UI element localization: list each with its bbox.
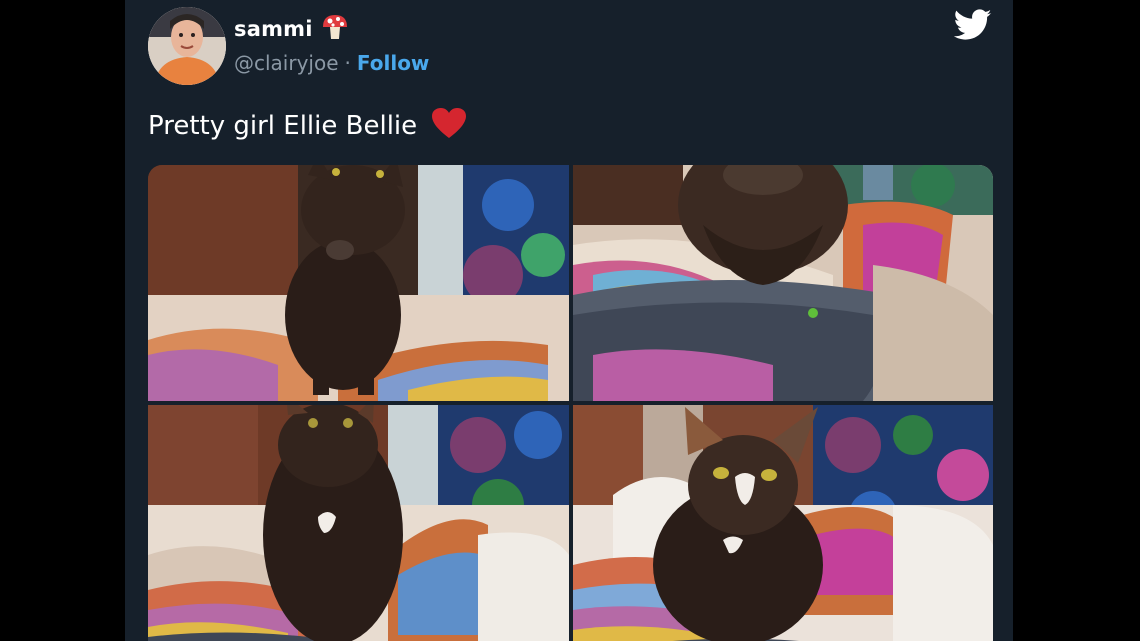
twitter-bird-icon[interactable] <box>953 8 992 42</box>
avatar[interactable] <box>148 7 226 85</box>
tweet-text: Pretty girl Ellie Bellie <box>148 106 467 146</box>
tweet-card: sammi @clairyjoe · Follow Pretty girl El… <box>125 0 1013 641</box>
follow-button[interactable]: Follow <box>357 51 430 75</box>
name-row: sammi <box>234 14 349 44</box>
separator-dot: · <box>344 51 351 75</box>
red-heart-icon <box>431 107 467 146</box>
display-name[interactable]: sammi <box>234 17 313 41</box>
handle-row: @clairyjoe · Follow <box>234 49 429 77</box>
media-grid <box>148 165 993 641</box>
tweet-text-content: Pretty girl Ellie Bellie <box>148 111 418 141</box>
cat-photo-2[interactable] <box>573 165 993 401</box>
mushroom-icon <box>321 13 349 45</box>
cat-photo-1[interactable] <box>148 165 569 401</box>
cat-photo-4[interactable] <box>573 405 993 641</box>
screen: sammi @clairyjoe · Follow Pretty girl El… <box>0 0 1140 641</box>
user-handle[interactable]: @clairyjoe <box>234 51 339 75</box>
cat-photo-3[interactable] <box>148 405 569 641</box>
